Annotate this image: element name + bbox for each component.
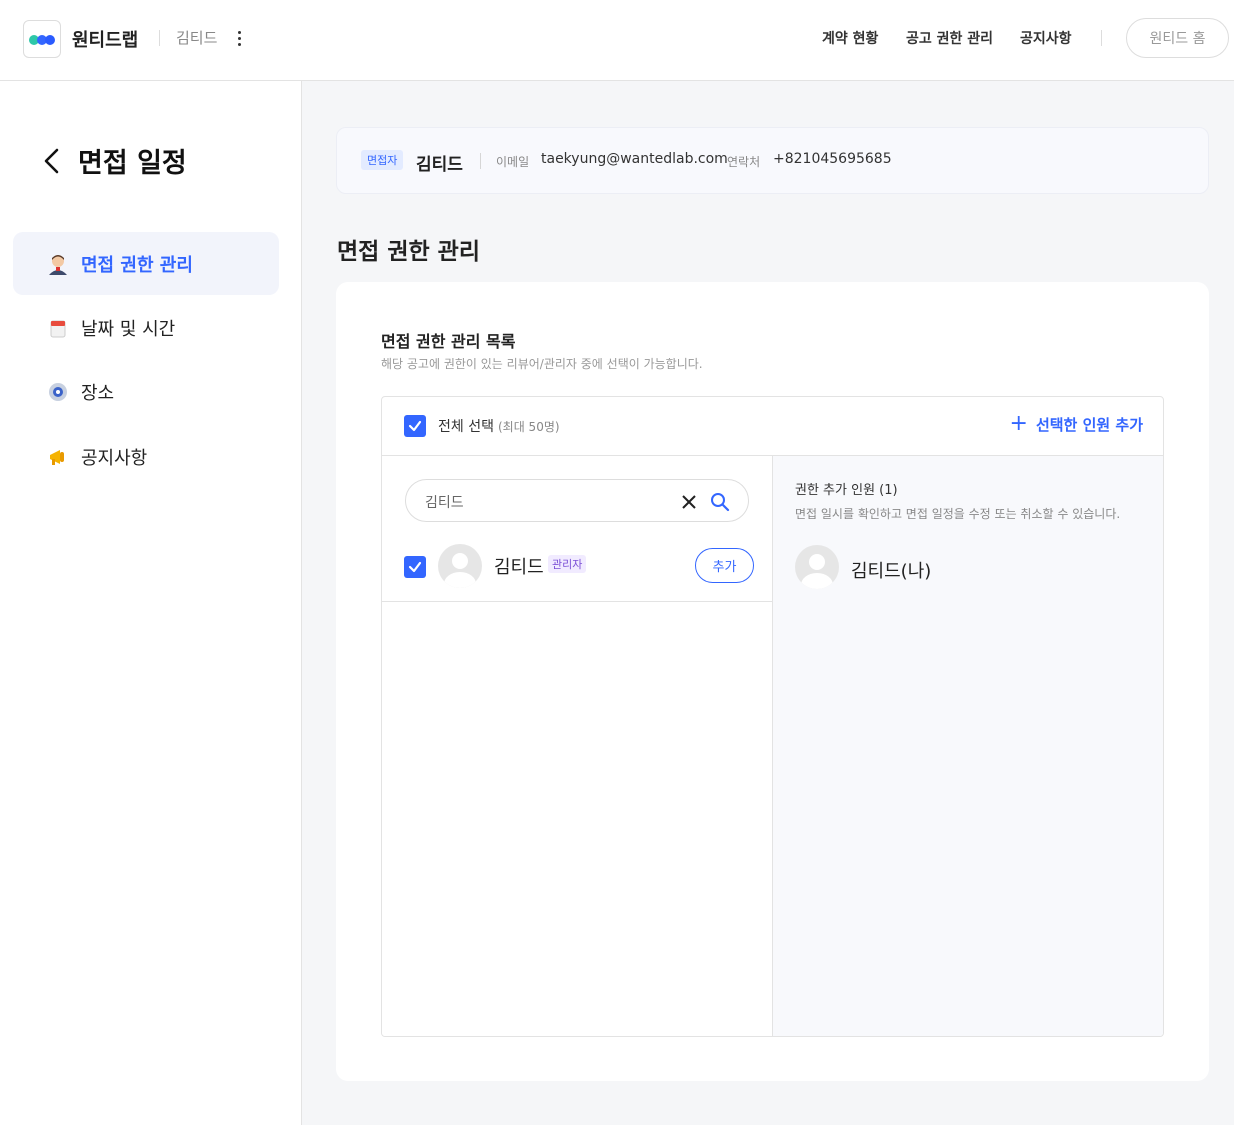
calendar-icon <box>47 317 69 339</box>
nav-link-job-permissions[interactable]: 공고 권한 관리 <box>906 28 993 48</box>
member-checkbox[interactable] <box>404 556 426 578</box>
back-arrow-icon[interactable] <box>42 147 62 175</box>
logo-dots-icon <box>29 35 57 45</box>
list-description: 해당 공고에 권한이 있는 리뷰어/관리자 중에 선택이 가능합니다. <box>381 357 703 371</box>
company-name: 원티드랩 <box>72 30 139 51</box>
user-name: 김티드 <box>176 29 218 47</box>
permission-list-box: 전체 선택 (최대 50명) + 선택한 인원 추가 김티드 김티드 관리자 추… <box>381 396 1164 1037</box>
nav-link-contracts[interactable]: 계약 현황 <box>822 28 878 48</box>
clear-icon[interactable] <box>680 493 698 511</box>
candidate-info-card: 면접자 김티드 이메일 taekyung@wantedlab.com 연락처 +… <box>336 127 1209 194</box>
sidebar-item-label: 면접 권한 관리 <box>81 254 193 276</box>
wanted-home-button[interactable]: 원티드 홈 <box>1126 18 1229 58</box>
company-logo[interactable] <box>23 20 61 58</box>
add-member-button[interactable]: 추가 <box>695 548 754 583</box>
permission-panel: 면접 권한 관리 목록 해당 공고에 권한이 있는 리뷰어/관리자 중에 선택이… <box>336 282 1209 1081</box>
avatar <box>438 544 482 588</box>
candidate-phone: +821045695685 <box>773 151 892 167</box>
check-icon <box>408 420 422 432</box>
sidebar: 면접 일정 면접 권한 관리 날짜 및 시간 장소 공지사항 <box>0 81 302 1125</box>
select-all-text: 전체 선택 <box>438 419 494 435</box>
select-all-label[interactable]: 전체 선택 (최대 50명) <box>438 416 560 436</box>
megaphone-icon <box>47 446 69 468</box>
interviewer-icon <box>47 253 69 275</box>
location-icon <box>47 381 69 403</box>
added-members-pane: 권한 추가 인원 (1) 면접 일시를 확인하고 면접 일정을 수정 또는 취소… <box>773 456 1163 1036</box>
search-value: 김티드 <box>425 495 464 511</box>
list-item: 김티드 관리자 추가 <box>382 543 773 602</box>
add-selected-button[interactable]: + 선택한 인원 추가 <box>1010 413 1143 435</box>
sidebar-item-location[interactable]: 장소 <box>13 360 279 423</box>
check-icon <box>408 561 422 573</box>
sidebar-item-date-time[interactable]: 날짜 및 시간 <box>13 296 279 359</box>
plus-icon: + <box>1009 411 1028 436</box>
divider <box>480 153 481 169</box>
list-title: 면접 권한 관리 목록 <box>381 332 516 351</box>
section-title: 면접 권한 관리 <box>337 239 480 265</box>
add-selected-label: 선택한 인원 추가 <box>1035 415 1143 434</box>
added-member-name: 김티드(나) <box>851 561 932 582</box>
more-menu-icon[interactable] <box>233 28 247 48</box>
page-title: 면접 일정 <box>78 148 187 179</box>
email-label: 이메일 <box>496 155 530 169</box>
divider <box>159 30 160 46</box>
select-all-checkbox[interactable] <box>404 415 426 437</box>
member-search-input[interactable]: 김티드 <box>405 479 749 522</box>
role-badge: 관리자 <box>548 555 587 573</box>
nav-link-notices[interactable]: 공지사항 <box>1020 28 1072 48</box>
sidebar-item-label: 날짜 및 시간 <box>81 318 176 340</box>
divider <box>1101 30 1102 46</box>
search-icon[interactable] <box>710 492 730 512</box>
select-all-limit: (최대 50명) <box>497 420 560 434</box>
candidate-email: taekyung@wantedlab.com <box>541 151 728 167</box>
added-members-title: 권한 추가 인원 (1) <box>795 483 898 498</box>
sidebar-item-interview-permissions[interactable]: 면접 권한 관리 <box>13 232 279 295</box>
list-header: 전체 선택 (최대 50명) + 선택한 인원 추가 <box>382 397 1163 456</box>
sidebar-item-notices[interactable]: 공지사항 <box>13 425 279 488</box>
sidebar-item-label: 장소 <box>81 382 115 404</box>
phone-label: 연락처 <box>727 155 761 169</box>
top-navigation: 원티드랩 김티드 계약 현황 공고 권한 관리 공지사항 원티드 홈 <box>0 0 1234 81</box>
member-search-pane: 김티드 김티드 관리자 추가 <box>382 456 773 1036</box>
candidate-badge: 면접자 <box>361 150 404 170</box>
sidebar-item-label: 공지사항 <box>81 447 148 469</box>
member-name: 김티드 <box>494 557 544 578</box>
avatar <box>795 545 839 589</box>
candidate-name: 김티드 <box>416 155 463 175</box>
added-members-description: 면접 일시를 확인하고 면접 일정을 수정 또는 취소할 수 있습니다. <box>795 507 1121 521</box>
